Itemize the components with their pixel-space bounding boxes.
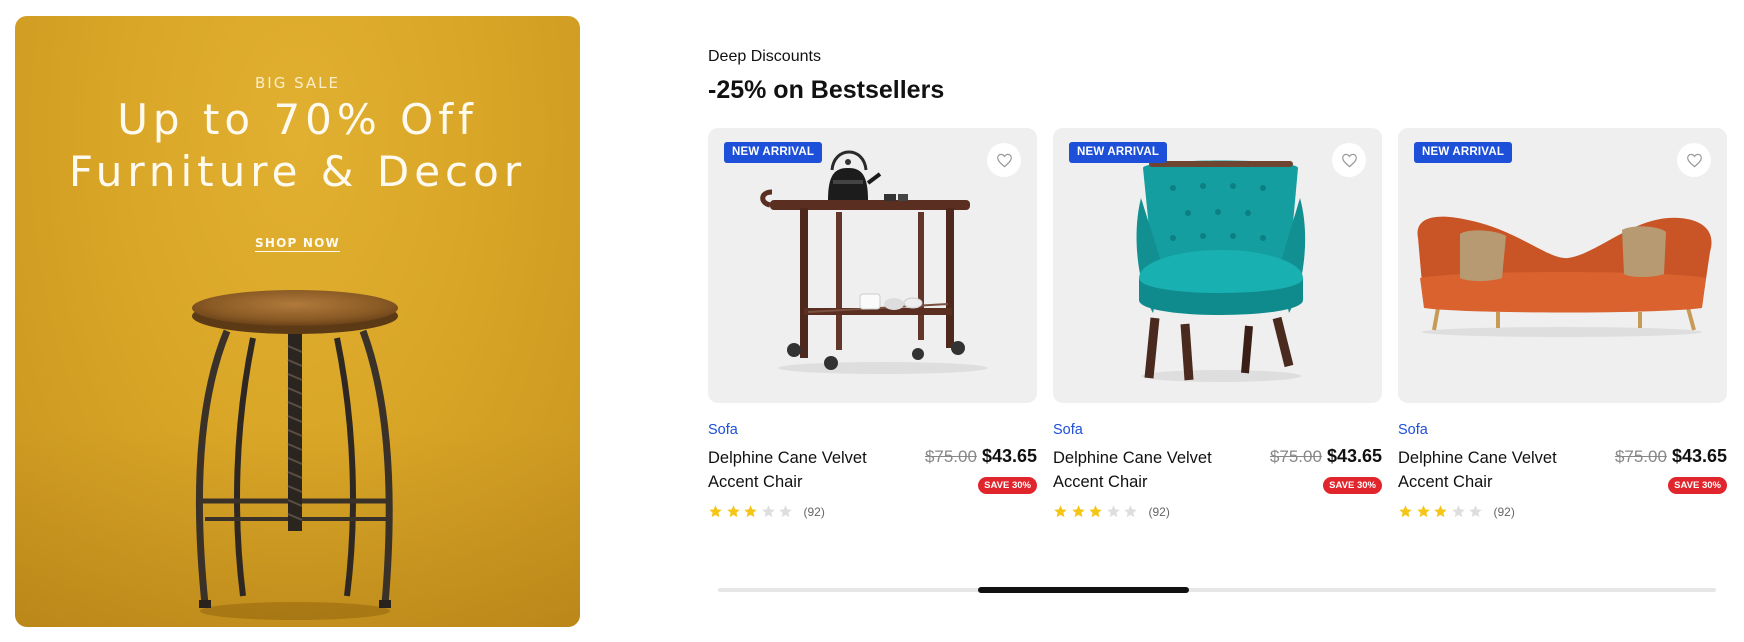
original-price: $75.00 — [924, 447, 977, 466]
section-eyebrow: Deep Discounts — [708, 48, 821, 65]
product-card[interactable]: NEW ARRIVAL Sofa Delphine Cane Velvet Ac… — [708, 128, 1037, 528]
wishlist-button[interactable] — [1677, 143, 1711, 177]
rating: (92) — [1053, 504, 1170, 519]
review-count: (92) — [1148, 504, 1170, 519]
stool-image — [192, 290, 398, 620]
star-filled-icon — [1089, 505, 1102, 518]
product-image-area[interactable]: NEW ARRIVAL — [708, 128, 1037, 403]
price-block: $75.00 $43.65 — [1270, 446, 1382, 467]
star-filled-icon — [1416, 505, 1430, 518]
carousel-scrollbar-thumb[interactable] — [978, 587, 1189, 593]
original-price: $75.00 — [1269, 447, 1322, 466]
star-empty-icon — [1106, 505, 1120, 518]
wishlist-button[interactable] — [987, 143, 1021, 177]
shop-now-link[interactable]: SHOP NOW — [15, 236, 580, 252]
product-name[interactable]: Delphine Cane Velvet Accent Chair — [1053, 446, 1263, 494]
star-filled-icon — [1071, 505, 1085, 518]
product-category[interactable]: Sofa — [1398, 422, 1428, 438]
promo-kicker: BIG SALE — [254, 74, 340, 92]
star-rating — [1398, 504, 1486, 519]
star-filled-icon — [1434, 505, 1447, 518]
star-filled-icon — [726, 505, 740, 518]
star-filled-icon — [1399, 505, 1412, 518]
price-block: $75.00 $43.65 — [925, 446, 1037, 467]
promo-title-line-2: Furniture & Decor — [68, 147, 527, 196]
star-empty-icon — [1451, 505, 1465, 518]
original-price: $75.00 — [1614, 447, 1667, 466]
wishlist-button[interactable] — [1332, 143, 1366, 177]
carousel-scrollbar[interactable] — [718, 587, 1716, 593]
star-rating — [708, 504, 796, 519]
rating: (92) — [1398, 504, 1515, 519]
save-badge: SAVE 30% — [1323, 477, 1382, 494]
star-filled-icon — [744, 505, 757, 518]
star-empty-icon — [1469, 505, 1482, 518]
sale-price: $43.65 — [981, 446, 1037, 466]
star-rating — [1053, 504, 1141, 519]
price-block: $75.00 $43.65 — [1615, 446, 1727, 467]
new-arrival-badge: NEW ARRIVAL — [724, 142, 823, 163]
heart-icon — [1686, 153, 1702, 167]
new-arrival-badge: NEW ARRIVAL — [1069, 142, 1168, 163]
star-empty-icon — [761, 505, 775, 518]
review-count: (92) — [1493, 504, 1515, 519]
product-name[interactable]: Delphine Cane Velvet Accent Chair — [708, 446, 918, 494]
product-category[interactable]: Sofa — [1053, 422, 1083, 438]
rating: (92) — [708, 504, 825, 519]
shop-now-label: SHOP NOW — [255, 236, 340, 252]
teal-chair-image — [1136, 160, 1306, 382]
new-arrival-badge: NEW ARRIVAL — [1414, 142, 1513, 163]
sale-price: $43.65 — [1671, 446, 1727, 466]
star-empty-icon — [1124, 505, 1137, 518]
save-badge: SAVE 30% — [1668, 477, 1727, 494]
promo-title: Up to 70% Off Furniture & Decor — [15, 94, 580, 198]
bar-cart-image — [760, 150, 988, 374]
star-filled-icon — [709, 505, 722, 518]
promo-banner[interactable]: BIG SALE Up to 70% Off Furniture & Decor… — [15, 16, 580, 627]
product-category[interactable]: Sofa — [708, 422, 738, 438]
product-card[interactable]: NEW ARRIVAL Sofa Delphine Cane Velvet Ac… — [1398, 128, 1727, 528]
product-name[interactable]: Delphine Cane Velvet Accent Chair — [1398, 446, 1608, 494]
product-card[interactable]: NEW ARRIVAL Sofa Delphine Cane Velvet Ac… — [1053, 128, 1382, 528]
section-title: -25% on Bestsellers — [708, 76, 945, 104]
promo-title-line-1: Up to 70% Off — [117, 95, 478, 144]
star-filled-icon — [1054, 505, 1067, 518]
orange-sofa-image — [1417, 216, 1712, 337]
sale-price: $43.65 — [1326, 446, 1382, 466]
review-count: (92) — [803, 504, 825, 519]
heart-icon — [1341, 153, 1357, 167]
star-empty-icon — [779, 505, 792, 518]
product-image-area[interactable]: NEW ARRIVAL — [1398, 128, 1727, 403]
save-badge: SAVE 30% — [978, 477, 1037, 494]
product-image-area[interactable]: NEW ARRIVAL — [1053, 128, 1382, 403]
heart-icon — [996, 153, 1012, 167]
